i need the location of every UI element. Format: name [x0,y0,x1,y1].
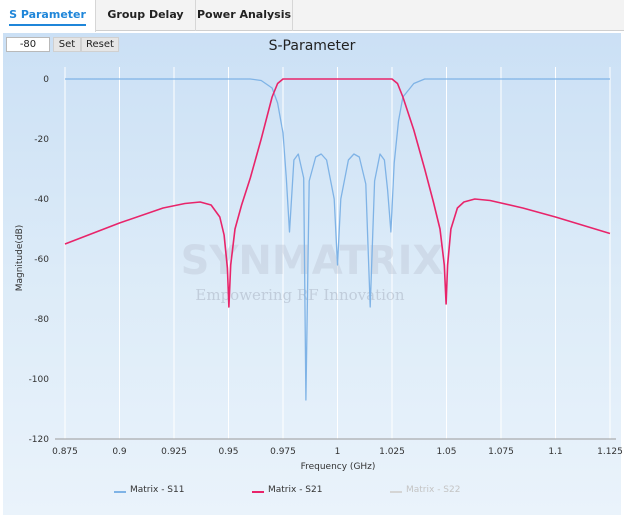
y-tick-label: -40 [34,195,49,205]
x-tick-label: 1.05 [436,447,456,457]
x-tick-label: 0.95 [218,447,238,457]
y-tick-label: -60 [34,255,49,265]
x-tick-label: 1.1 [548,447,562,457]
x-tick-label: 1.075 [488,447,514,457]
legend-label-s21: Matrix - S21 [268,485,323,495]
watermark-tagline: Empowering RF Innovation [195,286,405,304]
legend-label-s11: Matrix - S11 [130,485,185,495]
legend-swatch-s11 [114,491,126,493]
y-tick-label: -120 [29,435,50,445]
x-tick-label: 0.975 [270,447,296,457]
watermark: SYNMATRIX Empowering RF Innovation [181,238,444,304]
y-tick-label: -20 [34,135,49,145]
y-tick-label: -80 [34,315,49,325]
y-axis-label: Magnitude(dB) [15,225,25,292]
y-tick-label: -100 [29,375,50,385]
x-axis-label: Frequency (GHz) [301,462,376,472]
watermark-brand: SYNMATRIX [181,238,444,284]
x-tick-label: 0.875 [52,447,78,457]
legend-swatch-s22 [390,491,402,493]
x-tick-label: 0.9 [112,447,127,457]
s-parameter-chart: SYNMATRIX Empowering RF Innovation 0.875… [15,67,623,472]
legend-swatch-s21 [252,491,264,493]
x-tick-label: 1.125 [597,447,623,457]
legend-label-s22: Matrix - S22 [406,485,461,495]
x-tick-label: 0.925 [161,447,187,457]
x-tick-label: 1.025 [379,447,405,457]
x-tick-label: 1 [335,447,341,457]
y-tick-label: 0 [43,75,49,85]
